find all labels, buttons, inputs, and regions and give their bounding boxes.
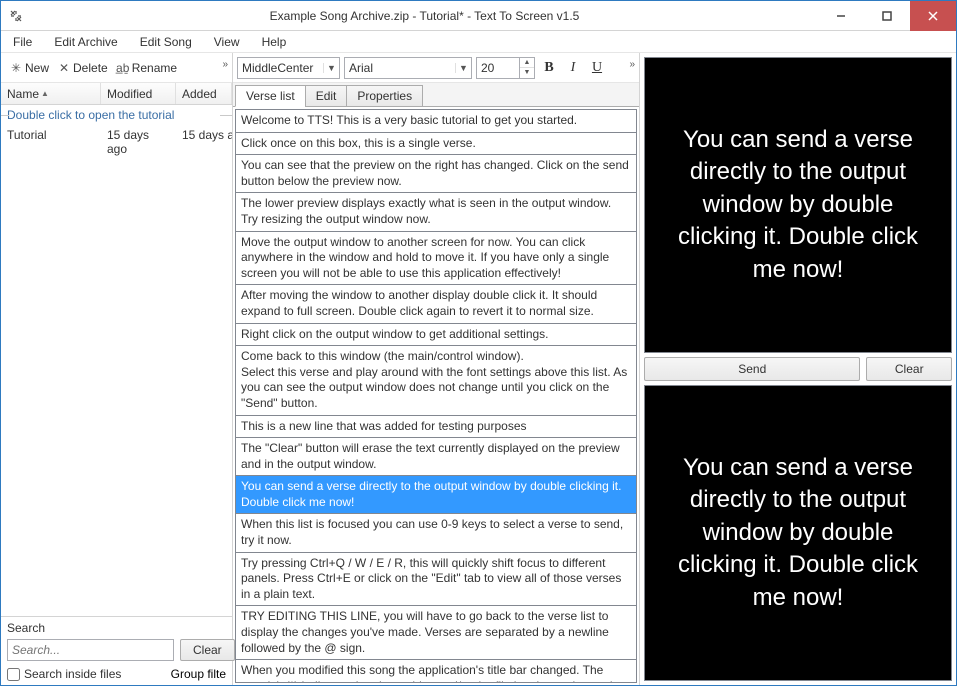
search-clear-button[interactable]: Clear [180, 639, 235, 661]
preview-pane: You can send a verse directly to the out… [644, 57, 952, 353]
verse-item[interactable]: TRY EDITING THIS LINE, you will have to … [236, 606, 636, 660]
format-toolbar: MiddleCenter ▼ Arial ▼ 20 ▲ ▼ B I U » [233, 53, 639, 83]
bold-button[interactable]: B [539, 57, 559, 79]
delete-icon: ✕ [57, 61, 71, 75]
search-inside-checkbox[interactable]: Search inside files [7, 667, 121, 681]
chevron-down-icon: ▼ [323, 63, 339, 73]
verse-list[interactable]: Welcome to TTS! This is a very basic tut… [235, 109, 637, 683]
verse-item[interactable]: This is a new line that was added for te… [236, 416, 636, 439]
verse-item[interactable]: Welcome to TTS! This is a very basic tut… [236, 110, 636, 133]
verse-item[interactable]: When this list is focused you can use 0-… [236, 514, 636, 552]
cell-modified: 15 days ago [101, 125, 176, 159]
verse-item[interactable]: Right click on the output window to get … [236, 324, 636, 347]
sort-asc-icon: ▲ [41, 89, 49, 98]
search-input[interactable] [7, 639, 174, 661]
verse-item[interactable]: You can send a verse directly to the out… [236, 476, 636, 514]
menu-edit-song[interactable]: Edit Song [136, 33, 196, 51]
spin-down-icon[interactable]: ▼ [520, 68, 534, 78]
menu-edit-archive[interactable]: Edit Archive [50, 33, 121, 51]
col-name[interactable]: Name ▲ [1, 83, 101, 104]
chevron-down-icon: ▼ [455, 63, 471, 73]
search-label: Search [7, 621, 226, 635]
col-name-label: Name [7, 87, 39, 101]
verse-item[interactable]: Come back to this window (the main/contr… [236, 346, 636, 415]
underline-button[interactable]: U [587, 57, 607, 79]
tab-verse-list[interactable]: Verse list [235, 85, 306, 107]
search-section: Search Clear Search inside files Group f… [1, 616, 232, 685]
tab-edit[interactable]: Edit [305, 85, 348, 107]
left-pane: ✳ New ✕ Delete a̲ḇ Rename » Name ▲ Modif… [1, 53, 233, 685]
new-label: New [25, 61, 49, 75]
rename-button[interactable]: a̲ḇ Rename [112, 59, 181, 77]
menu-help[interactable]: Help [258, 33, 291, 51]
list-body[interactable]: Double click to open the tutorial Tutori… [1, 105, 232, 616]
menu-file[interactable]: File [9, 33, 36, 51]
menu-view[interactable]: View [210, 33, 244, 51]
verse-item[interactable]: The lower preview displays exactly what … [236, 193, 636, 231]
group-filter-label[interactable]: Group filte [171, 667, 226, 681]
maximize-button[interactable] [864, 1, 910, 31]
verse-item[interactable]: When you modified this song the applicat… [236, 660, 636, 683]
window-title: Example Song Archive.zip - Tutorial* - T… [31, 9, 818, 23]
font-size-spinner: ▲ ▼ [520, 57, 535, 79]
search-inside-label: Search inside files [24, 667, 121, 681]
titlebar: Example Song Archive.zip - Tutorial* - T… [1, 1, 956, 31]
toolbar-overflow-icon[interactable]: » [222, 59, 228, 70]
rename-label: Rename [132, 61, 177, 75]
rename-icon: a̲ḇ [116, 61, 130, 75]
list-header: Name ▲ Modified Added [1, 83, 232, 105]
list-item[interactable]: Tutorial 15 days ago 15 days ag [1, 125, 232, 159]
verse-item[interactable]: Move the output window to another screen… [236, 232, 636, 286]
app-icon [1, 9, 31, 23]
font-size-input[interactable]: 20 [476, 57, 520, 79]
new-button[interactable]: ✳ New [5, 59, 53, 77]
alignment-select[interactable]: MiddleCenter ▼ [237, 57, 340, 79]
verse-item[interactable]: Try pressing Ctrl+Q / W / E / R, this wi… [236, 553, 636, 607]
font-value: Arial [345, 61, 455, 75]
col-modified[interactable]: Modified [101, 83, 176, 104]
col-added[interactable]: Added [176, 83, 232, 104]
send-button[interactable]: Send [644, 357, 860, 381]
tab-properties[interactable]: Properties [346, 85, 423, 107]
close-button[interactable] [910, 1, 956, 31]
right-pane: You can send a verse directly to the out… [640, 53, 956, 685]
spin-up-icon[interactable]: ▲ [520, 58, 534, 68]
clear-button[interactable]: Clear [866, 357, 952, 381]
verse-item[interactable]: The "Clear" button will erase the text c… [236, 438, 636, 476]
window-buttons [818, 1, 956, 31]
tab-row: Verse list Edit Properties [233, 83, 639, 107]
cell-name: Tutorial [1, 125, 101, 159]
delete-button[interactable]: ✕ Delete [53, 59, 112, 77]
left-toolbar: ✳ New ✕ Delete a̲ḇ Rename » [1, 53, 232, 83]
italic-button[interactable]: I [563, 57, 583, 79]
menubar: File Edit Archive Edit Song View Help [1, 31, 956, 53]
minimize-button[interactable] [818, 1, 864, 31]
verse-item[interactable]: After moving the window to another displ… [236, 285, 636, 323]
verse-item[interactable]: You can see that the preview on the righ… [236, 155, 636, 193]
toolbar-overflow-icon[interactable]: » [629, 59, 635, 70]
search-inside-box[interactable] [7, 668, 20, 681]
mid-pane: MiddleCenter ▼ Arial ▼ 20 ▲ ▼ B I U » [233, 53, 640, 685]
alignment-value: MiddleCenter [238, 61, 323, 75]
list-hint: Double click to open the tutorial [1, 105, 232, 125]
delete-label: Delete [73, 61, 108, 75]
preview-buttons: Send Clear [644, 357, 952, 381]
cell-added: 15 days ag [176, 125, 232, 159]
col-modified-label: Modified [107, 87, 152, 101]
verse-item[interactable]: Click once on this box, this is a single… [236, 133, 636, 156]
output-pane: You can send a verse directly to the out… [644, 385, 952, 681]
font-select[interactable]: Arial ▼ [344, 57, 472, 79]
col-added-label: Added [182, 87, 217, 101]
new-icon: ✳ [9, 61, 23, 75]
font-size-value: 20 [477, 61, 519, 75]
